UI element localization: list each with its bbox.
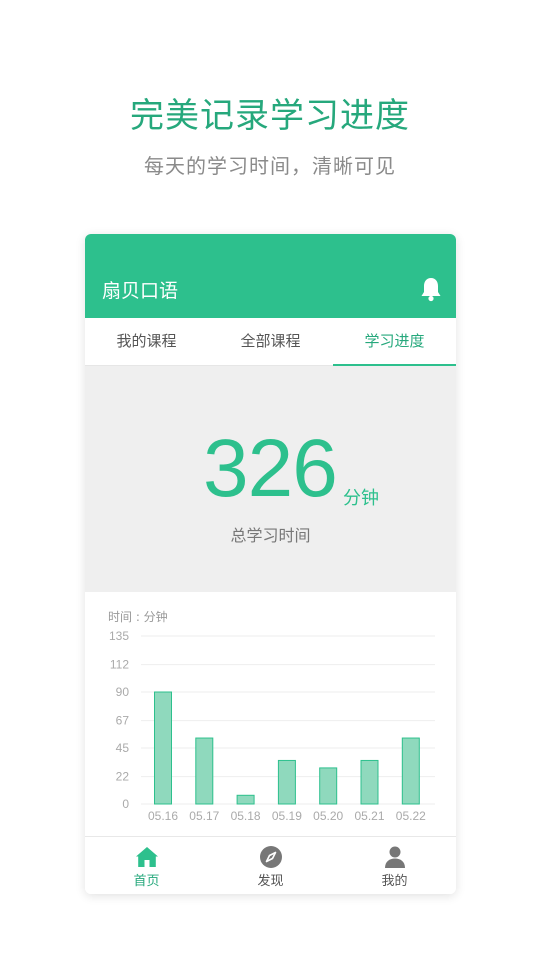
promo-subtitle: 每天的学习时间，清晰可见 bbox=[144, 154, 396, 178]
nav-discover[interactable]: 发现 bbox=[209, 837, 332, 894]
tab-my-courses[interactable]: 我的课程 bbox=[85, 318, 208, 366]
bar bbox=[401, 737, 420, 805]
total-time-panel: 326 分钟 总学习时间 bbox=[85, 366, 456, 592]
x-tick-label: 05.21 bbox=[354, 809, 384, 823]
x-tick-label: 05.18 bbox=[231, 809, 261, 823]
x-tick-label: 05.22 bbox=[396, 809, 426, 823]
y-tick-label: 22 bbox=[116, 770, 130, 784]
nav-home-label: 首页 bbox=[133, 874, 160, 889]
bar-chart: 时间 : 分钟 0 22 45 67 90 112 135 05.16 05.17 05.18 05.… bbox=[108, 609, 435, 823]
nav-discover-label: 发现 bbox=[257, 874, 284, 889]
total-time-unit: 分钟 bbox=[343, 488, 379, 509]
x-tick-label: 05.20 bbox=[313, 809, 343, 823]
nav-profile[interactable]: 我的 bbox=[333, 837, 456, 894]
user-icon bbox=[384, 846, 405, 868]
y-tick-label: 45 bbox=[116, 741, 130, 755]
tab-all-courses[interactable]: 全部课程 bbox=[209, 318, 332, 366]
bar bbox=[277, 759, 296, 805]
y-tick-label: 112 bbox=[110, 658, 129, 672]
nav-home[interactable]: 首页 bbox=[85, 837, 208, 894]
total-time-label: 总学习时间 bbox=[230, 526, 311, 545]
bell-icon[interactable] bbox=[420, 276, 442, 302]
y-tick-label: 67 bbox=[116, 714, 130, 728]
app-title: 扇贝口语 bbox=[102, 280, 179, 302]
nav-profile-label: 我的 bbox=[381, 874, 408, 889]
x-tick-label: 05.17 bbox=[189, 809, 219, 823]
total-time-value: 326 bbox=[203, 423, 338, 514]
y-tick-label: 135 bbox=[109, 629, 129, 643]
study-time-chart: 时间 : 分钟 0 22 45 67 90 112 135 05.16 05.17 05.18 05.… bbox=[85, 592, 456, 834]
bar bbox=[236, 794, 255, 805]
app-screen: 扇贝口语 我的课程 全部课程 学习进度 326 分钟 总学习时间 时间 : 分钟… bbox=[85, 234, 456, 894]
app-header: 扇贝口语 bbox=[85, 234, 456, 318]
bar bbox=[195, 737, 214, 805]
y-axis-label: 时间 : 分钟 bbox=[108, 609, 168, 624]
y-tick-label: 0 bbox=[122, 797, 129, 811]
bar bbox=[154, 691, 172, 805]
bar bbox=[360, 759, 379, 805]
bottom-nav: 首页 发现 我的 bbox=[85, 836, 456, 894]
tab-progress[interactable]: 学习进度 bbox=[333, 318, 456, 366]
compass-icon bbox=[259, 846, 282, 868]
promo-title: 完美记录学习进度 bbox=[130, 96, 410, 136]
home-icon bbox=[135, 847, 158, 867]
bar bbox=[319, 767, 338, 805]
course-tabs: 我的课程 全部课程 学习进度 bbox=[85, 318, 456, 366]
x-tick-label: 05.19 bbox=[272, 809, 302, 823]
x-tick-label: 05.16 bbox=[148, 809, 178, 823]
y-tick-label: 90 bbox=[116, 685, 130, 699]
